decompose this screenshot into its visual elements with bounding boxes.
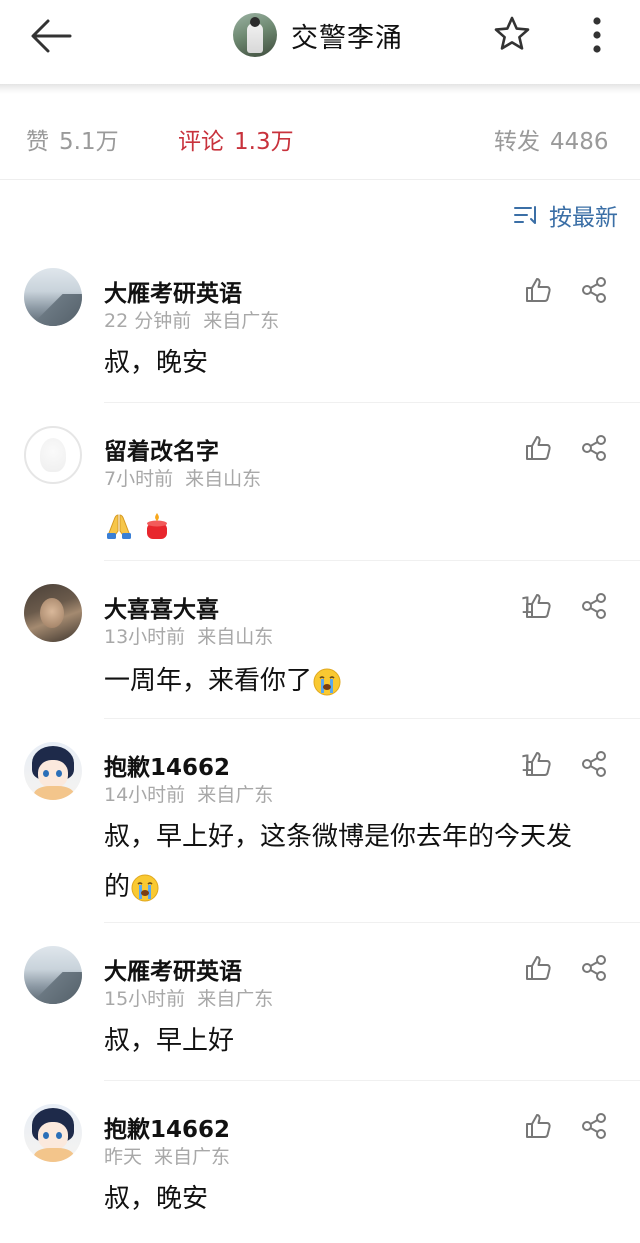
like-button[interactable] <box>524 434 552 462</box>
share-button[interactable] <box>580 276 608 304</box>
avatar[interactable] <box>24 268 82 326</box>
comment-time: 15小时前 <box>104 988 186 1010</box>
avatar[interactable] <box>24 1104 82 1162</box>
title-area[interactable]: 交警李涌 <box>233 12 403 58</box>
divider <box>104 1080 640 1081</box>
comment-meta: 7小时前 来自山东 <box>104 464 261 491</box>
comment-text: 叔，晚安 <box>104 1184 209 1214</box>
likes-count: 5.1万 <box>59 129 119 155</box>
comment-text: 叔，早上好，这条微博是你去年的今天发 的 <box>104 812 624 912</box>
thumbs-up-icon <box>526 1114 551 1138</box>
avatar[interactable] <box>24 946 82 1004</box>
thumbs-up-icon <box>526 594 551 618</box>
favorite-button[interactable] <box>492 14 532 54</box>
comment-location: 来自广东 <box>197 784 274 806</box>
comment-location: 来自山东 <box>197 626 274 648</box>
share-icon <box>582 435 606 461</box>
like-button[interactable] <box>524 1112 552 1140</box>
sort-label: 按最新 <box>549 205 618 231</box>
comment-time: 7小时前 <box>104 468 174 490</box>
divider <box>104 560 640 561</box>
author-avatar[interactable] <box>233 13 277 57</box>
comment-location: 来自广东 <box>197 988 274 1010</box>
like-button[interactable] <box>524 750 552 778</box>
divider <box>104 922 640 923</box>
star-outline-icon <box>494 16 530 50</box>
avatar[interactable] <box>24 426 82 484</box>
share-icon <box>582 277 606 303</box>
avatar[interactable] <box>24 742 82 800</box>
comment-time: 13小时前 <box>104 626 186 648</box>
comment-author[interactable]: 抱歉14662 <box>104 748 230 782</box>
comment-text-content: 的 <box>104 872 131 902</box>
candle-emoji <box>147 512 168 539</box>
share-button[interactable] <box>580 434 608 462</box>
share-icon <box>582 1113 606 1139</box>
share-button[interactable] <box>580 592 608 620</box>
like-button[interactable] <box>524 592 552 620</box>
comment-time: 14小时前 <box>104 784 186 806</box>
comment-author[interactable]: 大喜喜大喜 <box>104 590 219 624</box>
tab-comments[interactable]: 评论 1.3万 <box>178 122 294 156</box>
comment-author[interactable]: 大雁考研英语 <box>104 952 242 986</box>
thumbs-up-icon <box>526 956 551 980</box>
comment-text: 一周年，来看你了 <box>104 656 624 706</box>
comment-meta: 14小时前 来自广东 <box>104 780 273 807</box>
reposts-count: 4486 <box>550 129 609 155</box>
share-button[interactable] <box>580 750 608 778</box>
comment-location: 来自山东 <box>185 468 262 490</box>
likes-label: 赞 <box>26 129 49 155</box>
tab-reposts[interactable]: 转发 4486 <box>494 122 609 156</box>
divider <box>104 402 640 403</box>
reposts-label: 转发 <box>494 129 540 155</box>
more-button[interactable] <box>582 14 612 56</box>
comment-location: 来自广东 <box>154 1146 231 1168</box>
share-icon <box>582 751 606 777</box>
more-vertical-icon <box>593 17 601 53</box>
comment-time: 22 分钟前 <box>104 310 192 332</box>
share-button[interactable] <box>580 1112 608 1140</box>
thumbs-up-icon <box>526 752 551 776</box>
sort-lines-icon <box>514 206 536 224</box>
comment-text-content: 一周年，来看你了 <box>104 666 313 696</box>
comment-text <box>104 500 624 550</box>
back-button[interactable] <box>26 16 76 56</box>
comment-text: 叔，早上好 <box>104 1026 235 1056</box>
top-bar: 交警李涌 <box>0 0 640 84</box>
top-bar-shadow <box>0 84 640 94</box>
divider <box>104 718 640 719</box>
share-button[interactable] <box>580 954 608 982</box>
thumbs-up-icon <box>526 436 551 460</box>
crying-face-emoji <box>313 668 341 695</box>
crying-face-emoji <box>131 874 159 901</box>
comment-meta: 22 分钟前 来自广东 <box>104 306 279 333</box>
comments-count: 1.3万 <box>234 129 294 155</box>
sort-toggle[interactable]: 按最新 <box>513 198 618 232</box>
comment-author[interactable]: 大雁考研英语 <box>104 274 242 308</box>
thumbs-up-icon <box>526 278 551 302</box>
avatar[interactable] <box>24 584 82 642</box>
arrow-left-icon <box>31 19 72 53</box>
comment-location: 来自广东 <box>203 310 280 332</box>
comment-time: 昨天 <box>104 1146 143 1168</box>
comment-meta: 昨天 来自广东 <box>104 1142 230 1169</box>
comment-author[interactable]: 抱歉14662 <box>104 1110 230 1144</box>
comments-label: 评论 <box>178 129 224 155</box>
like-button[interactable] <box>524 276 552 304</box>
tab-likes[interactable]: 赞 5.1万 <box>26 122 119 156</box>
stats-bar: 赞 5.1万 评论 1.3万 转发 4486 <box>0 96 640 180</box>
comment-author[interactable]: 留着改名字 <box>104 432 219 466</box>
page-title: 交警李涌 <box>291 22 403 54</box>
comment-text-line: 的 <box>104 862 624 912</box>
comment-text-line: 叔，早上好，这条微博是你去年的今天发 <box>104 822 573 852</box>
comment-text: 叔，晚安 <box>104 348 209 378</box>
like-button[interactable] <box>524 954 552 982</box>
comment-meta: 15小时前 来自广东 <box>104 984 273 1011</box>
share-icon <box>582 955 606 981</box>
folded-hands-emoji <box>107 513 131 539</box>
comment-meta: 13小时前 来自山东 <box>104 622 273 649</box>
share-icon <box>582 593 606 619</box>
